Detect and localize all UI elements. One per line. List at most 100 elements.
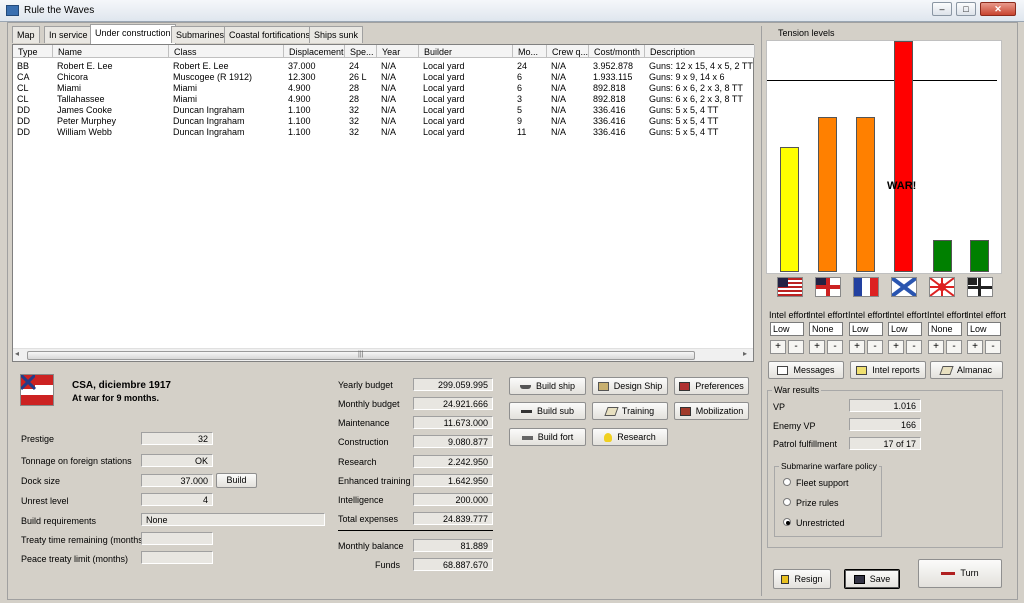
tab-ships-sunk[interactable]: Ships sunk xyxy=(309,26,364,43)
build-dock-button[interactable]: Build xyxy=(216,473,257,488)
almanac-button[interactable]: Almanac xyxy=(930,361,1003,379)
resign-button[interactable]: Resign xyxy=(773,569,831,589)
scroll-right-icon[interactable]: ▸ xyxy=(743,349,747,358)
table-cell-displacement: 1.100 xyxy=(288,105,311,115)
intel-effort-value[interactable]: None xyxy=(928,322,962,336)
column-header-type[interactable]: Type xyxy=(13,45,53,58)
column-header-year[interactable]: Year xyxy=(377,45,419,58)
intel-increase-button[interactable]: + xyxy=(967,340,983,354)
intel-effort-value[interactable]: Low xyxy=(967,322,1001,336)
turn-button[interactable]: Turn xyxy=(918,559,1002,588)
resign-label: Resign xyxy=(794,574,823,584)
tab-under-construction[interactable]: Under construction xyxy=(90,24,176,44)
tension-bar xyxy=(933,240,952,272)
horizontal-scrollbar[interactable]: ◂ ||| ▸ xyxy=(13,348,753,361)
intel-decrease-button[interactable]: - xyxy=(906,340,922,354)
table-cell-description: Guns: 5 x 5, 4 TT xyxy=(649,116,719,126)
messages-button[interactable]: Messages xyxy=(768,361,844,379)
intel-effort-value[interactable]: Low xyxy=(888,322,922,336)
column-header-cost-month[interactable]: Cost/month xyxy=(589,45,645,58)
monthly-balance-value: 81.889 xyxy=(413,539,493,552)
training-button[interactable]: Training xyxy=(592,402,668,420)
maximize-button[interactable]: □ xyxy=(956,2,976,16)
build-sub-button[interactable]: Build sub xyxy=(509,402,586,420)
intelligence-value: 200.000 xyxy=(413,493,493,506)
minimize-button[interactable]: – xyxy=(932,2,952,16)
blueprint-icon xyxy=(597,382,609,392)
build-ship-button[interactable]: Build ship xyxy=(509,377,586,395)
close-button[interactable]: ✕ xyxy=(980,2,1016,16)
table-cell-crew-q: N/A xyxy=(551,61,567,71)
table-cell-mo: 9 xyxy=(517,116,523,126)
intel-effort-label: Intel effort xyxy=(769,310,809,320)
peace-limit-value xyxy=(141,551,213,564)
ships-table[interactable]: Type Name Class Displacement Spe... Year… xyxy=(12,44,755,362)
radio-unrestricted[interactable] xyxy=(783,518,791,526)
research-button[interactable]: Research xyxy=(592,428,668,446)
table-cell-builder: Local yard xyxy=(423,116,465,126)
radio-fleet-support[interactable] xyxy=(783,478,791,486)
war-status: At war for 9 months. xyxy=(72,393,160,403)
app-icon xyxy=(6,5,19,16)
table-cell-description: Guns: 6 x 6, 2 x 3, 8 TT xyxy=(649,94,743,104)
table-cell-mo: 6 xyxy=(517,72,523,82)
treaty-time-label: Treaty time remaining (months) xyxy=(21,535,146,545)
construction-label: Construction xyxy=(338,437,389,447)
table-cell-cost-month: 892.818 xyxy=(593,94,626,104)
table-cell-spe: 24 xyxy=(349,61,360,71)
radio-prize-rules[interactable] xyxy=(783,498,791,506)
window-title: Rule the Waves xyxy=(24,5,95,16)
column-header-name[interactable]: Name xyxy=(53,45,169,58)
save-label: Save xyxy=(869,574,891,584)
tab-map[interactable]: Map xyxy=(12,26,40,43)
mobilization-button[interactable]: Mobilization xyxy=(674,402,749,420)
tab-in-service[interactable]: In service xyxy=(44,26,93,43)
table-cell-description: Guns: 5 x 5, 4 TT xyxy=(649,127,719,137)
table-cell-description: Guns: 9 x 9, 14 x 6 xyxy=(649,72,725,82)
enhanced-training-value: 1.642.950 xyxy=(413,474,493,487)
intel-effort-label: Intel effort xyxy=(927,310,967,320)
yearly-budget-label: Yearly budget xyxy=(338,380,393,390)
preferences-button[interactable]: Preferences xyxy=(674,377,749,395)
intel-increase-button[interactable]: + xyxy=(888,340,904,354)
monthly-balance-label: Monthly balance xyxy=(338,541,404,551)
intel-effort-value[interactable]: None xyxy=(809,322,843,336)
intel-effort-label: Intel effort xyxy=(966,310,1006,320)
column-header-months[interactable]: Mo... xyxy=(513,45,547,58)
table-cell-year: N/A xyxy=(381,116,397,126)
column-header-class[interactable]: Class xyxy=(169,45,284,58)
tab-submarines[interactable]: Submarines xyxy=(171,26,230,43)
research-label: Research xyxy=(617,432,656,442)
column-header-speed[interactable]: Spe... xyxy=(345,45,377,58)
design-ship-button[interactable]: Design Ship xyxy=(592,377,668,395)
intel-effort-label: Intel effort xyxy=(887,310,927,320)
intel-increase-button[interactable]: + xyxy=(928,340,944,354)
table-cell-type: CL xyxy=(17,83,29,93)
intel-increase-button[interactable]: + xyxy=(809,340,825,354)
intel-decrease-button[interactable]: - xyxy=(827,340,843,354)
total-expenses-value: 24.839.777 xyxy=(413,512,493,525)
column-header-displacement[interactable]: Displacement xyxy=(284,45,345,58)
build-fort-button[interactable]: Build fort xyxy=(509,428,586,446)
intel-increase-button[interactable]: + xyxy=(849,340,865,354)
patrol-value: 17 of 17 xyxy=(849,437,921,450)
intel-reports-button[interactable]: Intel reports xyxy=(850,361,926,379)
save-button[interactable]: Save xyxy=(844,569,900,589)
intel-decrease-button[interactable]: - xyxy=(985,340,1001,354)
tab-coastal-fortifications[interactable]: Coastal fortifications xyxy=(224,26,316,43)
intel-effort-value[interactable]: Low xyxy=(849,322,883,336)
column-header-builder[interactable]: Builder xyxy=(419,45,513,58)
intel-decrease-button[interactable]: - xyxy=(867,340,883,354)
intel-effort-value[interactable]: Low xyxy=(770,322,804,336)
resign-icon xyxy=(781,575,790,585)
enemy-vp-value: 166 xyxy=(849,418,921,431)
research-label: Research xyxy=(338,457,377,467)
intel-increase-button[interactable]: + xyxy=(770,340,786,354)
intel-decrease-button[interactable]: - xyxy=(788,340,804,354)
column-header-crew-quality[interactable]: Crew q... xyxy=(547,45,589,58)
table-cell-spe: 28 xyxy=(349,94,360,104)
scroll-left-icon[interactable]: ◂ xyxy=(15,349,19,358)
intel-decrease-button[interactable]: - xyxy=(946,340,962,354)
scroll-thumb[interactable]: ||| xyxy=(27,351,695,360)
column-header-description[interactable]: Description xyxy=(645,45,755,58)
